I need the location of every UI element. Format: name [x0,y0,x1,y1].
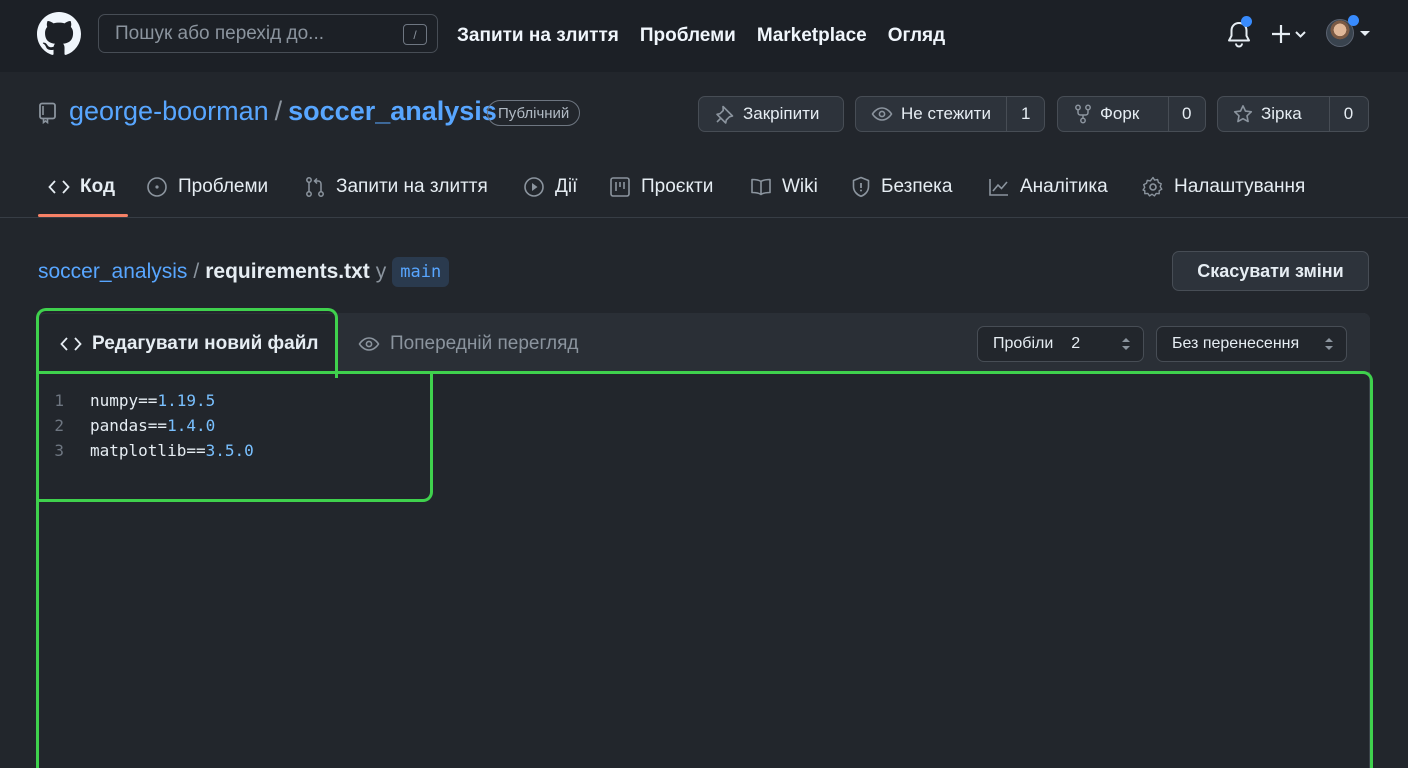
tab-security[interactable]: Безпека [851,156,952,218]
pin-icon [716,105,734,124]
nav-marketplace[interactable]: Marketplace [757,25,867,47]
line-number: 1 [54,391,64,410]
chevron-down-icon[interactable] [1359,29,1371,39]
visibility-badge: Публічний [487,100,581,126]
tab-code-label: Код [80,176,116,197]
tab-preview-label: Попередній перегляд [390,333,579,354]
star-count[interactable]: 0 [1329,97,1367,131]
project-board-icon [610,177,630,197]
fork-button[interactable]: Форк 0 [1057,96,1206,132]
pin-button[interactable]: Закріпити [698,96,844,132]
package-name: pandas== [90,416,168,435]
indent-size-value: 2 [1071,335,1081,352]
code-editor[interactable]: 1 numpy==1.19.5 2 pandas==1.4.0 3 matplo… [38,388,254,463]
tab-wiki[interactable]: Wiki [750,156,818,218]
active-tab-underline [38,214,128,217]
avatar-status-dot [1348,15,1359,26]
tab-projects[interactable]: Проєкти [609,156,713,218]
global-nav: Запити на злиття Проблеми Marketplace Ог… [457,0,966,72]
breadcrumb-repo-link[interactable]: soccer_analysis [38,260,187,284]
fork-count[interactable]: 0 [1167,97,1205,131]
tab-wiki-label: Wiki [782,176,818,197]
create-new-plus-icon[interactable] [1270,20,1310,48]
filename-field[interactable]: requirements.txt [205,260,370,284]
issue-icon [147,177,167,197]
github-logo-icon[interactable] [37,12,81,56]
editor-container [37,313,1370,768]
tab-projects-label: Проєкти [641,176,714,197]
watch-count[interactable]: 1 [1006,97,1044,131]
search-shortcut-key: / [403,24,427,45]
tab-settings-label: Налаштування [1174,176,1306,197]
line-number: 2 [54,416,64,435]
pin-label: Закріпити [743,104,820,123]
repo-name-link[interactable]: soccer_analysis [288,96,497,127]
graph-icon [989,179,1008,196]
tab-security-label: Безпека [881,176,953,197]
select-arrows-icon [1122,338,1130,350]
tab-preview[interactable]: Попередній перегляд [358,314,578,374]
tab-edit-label: Редагувати новий файл [92,333,319,354]
wrap-mode-label: Без перенесення [1172,335,1300,352]
watch-label: Не стежити [901,104,991,123]
code-icon [48,180,70,194]
code-icon [60,337,82,351]
repo-icon [38,102,58,124]
search-input[interactable]: Пошук або перехід до... / [98,14,438,53]
breadcrumb-in-text: у [375,260,387,283]
indent-mode-label: Пробіли [993,335,1054,352]
indent-mode-select[interactable]: Пробіли 2 [977,326,1144,362]
code-line[interactable]: 2 pandas==1.4.0 [38,413,254,438]
select-arrows-icon [1325,338,1333,350]
package-version: 3.5.0 [205,441,254,460]
repo-tabs: Код Проблеми Запити на злиття Дії Проєкт… [0,156,1408,218]
eye-icon [871,107,893,121]
tab-actions[interactable]: Дії [523,156,577,218]
tab-issues[interactable]: Проблеми [146,156,268,218]
pull-request-icon [306,177,324,197]
book-icon [751,178,771,196]
tab-code[interactable]: Код [48,156,115,218]
code-line[interactable]: 1 numpy==1.19.5 [38,388,254,413]
nav-pull-requests[interactable]: Запити на злиття [457,25,619,47]
fork-icon [1075,104,1091,124]
tab-pull-requests-label: Запити на злиття [336,176,488,197]
nav-issues[interactable]: Проблеми [640,25,736,47]
cancel-changes-button[interactable]: Скасувати зміни [1172,251,1369,291]
tab-issues-label: Проблеми [178,176,269,197]
star-icon [1233,105,1253,123]
eye-icon [358,337,380,351]
code-line[interactable]: 3 matplotlib==3.5.0 [38,438,254,463]
play-icon [524,177,544,197]
shield-icon [852,176,870,198]
global-header: Пошук або перехід до... / Запити на злит… [0,0,1408,72]
package-name: numpy== [90,391,158,410]
tab-pull-requests[interactable]: Запити на злиття [304,156,488,218]
watch-button[interactable]: Не стежити 1 [855,96,1045,132]
fork-label: Форк [1100,104,1140,123]
package-version: 1.19.5 [157,391,216,410]
tab-insights[interactable]: Аналітика [988,156,1108,218]
nav-explore[interactable]: Огляд [888,25,945,47]
notification-dot [1241,16,1252,27]
star-label: Зірка [1261,104,1302,123]
gear-icon [1142,176,1163,197]
repo-owner-link[interactable]: george-boorman [69,96,269,127]
tab-edit-new-file[interactable]: Редагувати новий файл [38,314,335,374]
breadcrumb: soccer_analysis / requirements.txt у mai… [38,256,450,288]
search-placeholder: Пошук або перехід до... [115,22,324,44]
tab-insights-label: Аналітика [1020,176,1108,197]
package-name: matplotlib== [90,441,206,460]
branch-badge: main [392,257,450,287]
tab-actions-label: Дії [555,176,578,197]
repo-title-separator: / [274,96,283,126]
package-version: 1.4.0 [167,416,216,435]
line-number: 3 [54,441,64,460]
star-button[interactable]: Зірка 0 [1217,96,1369,132]
wrap-mode-select[interactable]: Без перенесення [1156,326,1347,362]
tab-settings[interactable]: Налаштування [1142,156,1305,218]
repo-title: george-boorman / soccer_analysis [69,96,497,127]
breadcrumb-separator: / [193,260,200,283]
